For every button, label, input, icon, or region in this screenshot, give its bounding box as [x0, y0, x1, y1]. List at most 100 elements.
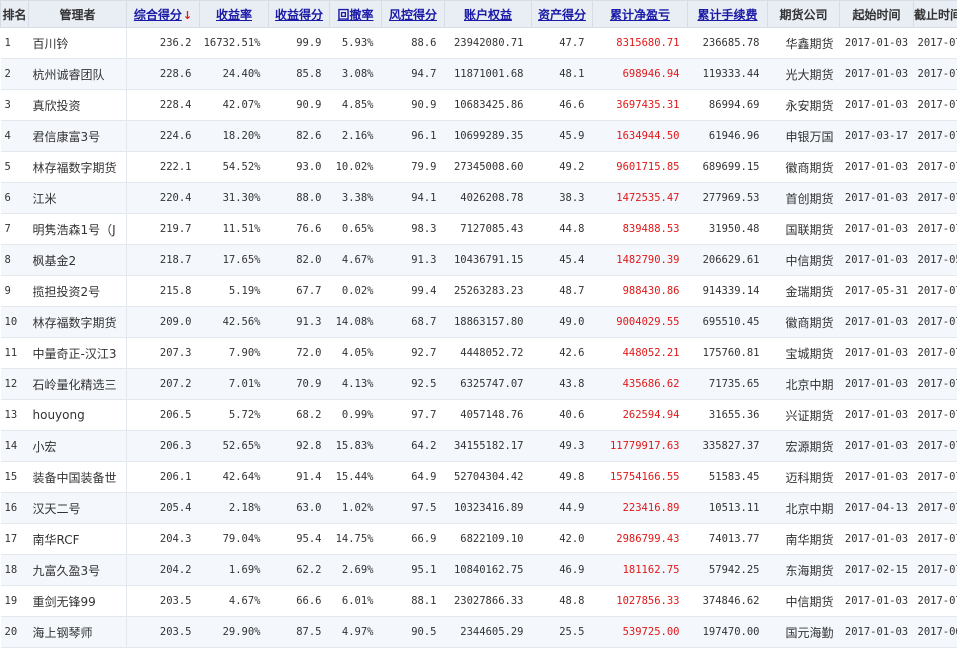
company-cell: 北京中期 [768, 493, 840, 524]
equity-cell: 10323416.89 [445, 493, 532, 524]
total-score-cell: 218.7 [127, 245, 200, 276]
table-row: 18九富久盈3号204.21.69%62.22.69%95.110840162.… [1, 555, 957, 586]
total-score-cell: 236.2 [127, 28, 200, 59]
equity-cell: 27345008.60 [445, 152, 532, 183]
equity-cell: 52704304.42 [445, 462, 532, 493]
drawdown-cell: 10.02% [330, 152, 382, 183]
table-row: 7明隽浩森1号（J219.711.51%76.60.65%98.37127085… [1, 214, 957, 245]
cum-profit-cell: 839488.53 [593, 214, 688, 245]
drawdown-cell: 4.67% [330, 245, 382, 276]
manager-cell: 明隽浩森1号（J [29, 214, 127, 245]
asset-score-cell: 42.6 [532, 338, 593, 369]
end-date-cell: 2017-07-31 [914, 59, 957, 90]
header-cum-fee[interactable]: 累计手续费 [688, 1, 768, 28]
rank-cell: 7 [1, 214, 29, 245]
company-cell: 国元海勤 [768, 617, 840, 648]
cum-fee-cell: 914339.14 [688, 276, 768, 307]
header-total-score-label: 综合得分 [134, 8, 182, 22]
equity-cell: 6822109.10 [445, 524, 532, 555]
start-date-cell: 2017-01-03 [840, 400, 914, 431]
total-score-cell: 203.5 [127, 586, 200, 617]
return-rate-cell: 42.07% [200, 90, 269, 121]
manager-cell: 重剑无锋99 [29, 586, 127, 617]
end-date-cell: 2017-07-31 [914, 369, 957, 400]
return-rate-cell: 42.56% [200, 307, 269, 338]
company-cell: 国联期货 [768, 214, 840, 245]
rank-cell: 4 [1, 121, 29, 152]
cum-profit-cell: 223416.89 [593, 493, 688, 524]
start-date-cell: 2017-01-03 [840, 214, 914, 245]
header-risk-score[interactable]: 风控得分 [382, 1, 445, 28]
company-cell: 徽商期货 [768, 307, 840, 338]
cum-fee-cell: 31950.48 [688, 214, 768, 245]
start-date-cell: 2017-01-03 [840, 617, 914, 648]
header-total-score[interactable]: 综合得分↓ [127, 1, 200, 28]
rank-cell: 15 [1, 462, 29, 493]
total-score-cell: 228.4 [127, 90, 200, 121]
rank-cell: 5 [1, 152, 29, 183]
start-date-cell: 2017-02-15 [840, 555, 914, 586]
rank-cell: 17 [1, 524, 29, 555]
risk-score-cell: 99.4 [382, 276, 445, 307]
ranking-table: 排名 管理者 综合得分↓ 收益率 收益得分 回撤率 风控得分 账户权益 资产得分… [0, 0, 957, 648]
manager-cell: houyong [29, 400, 127, 431]
equity-cell: 4448052.72 [445, 338, 532, 369]
company-cell: 迈科期货 [768, 462, 840, 493]
risk-score-cell: 95.1 [382, 555, 445, 586]
rank-cell: 2 [1, 59, 29, 90]
manager-cell: 九富久盈3号 [29, 555, 127, 586]
company-cell: 宝城期货 [768, 338, 840, 369]
total-score-cell: 205.4 [127, 493, 200, 524]
rank-cell: 20 [1, 617, 29, 648]
equity-cell: 34155182.17 [445, 431, 532, 462]
cum-fee-cell: 57942.25 [688, 555, 768, 586]
table-body: 1百川钤236.216732.51%99.95.93%88.623942080.… [1, 28, 957, 648]
manager-cell: 揽担投资2号 [29, 276, 127, 307]
asset-score-cell: 47.7 [532, 28, 593, 59]
company-cell: 东海期货 [768, 555, 840, 586]
return-score-cell: 70.9 [269, 369, 330, 400]
header-row: 排名 管理者 综合得分↓ 收益率 收益得分 回撤率 风控得分 账户权益 资产得分… [1, 1, 957, 28]
risk-score-cell: 92.5 [382, 369, 445, 400]
return-rate-cell: 5.19% [200, 276, 269, 307]
header-equity[interactable]: 账户权益 [445, 1, 532, 28]
header-asset-score[interactable]: 资产得分 [532, 1, 593, 28]
return-rate-cell: 31.30% [200, 183, 269, 214]
cum-profit-cell: 448052.21 [593, 338, 688, 369]
manager-cell: 海上钢琴师 [29, 617, 127, 648]
company-cell: 中信期货 [768, 245, 840, 276]
header-return-rate[interactable]: 收益率 [200, 1, 269, 28]
asset-score-cell: 49.2 [532, 152, 593, 183]
header-cum-profit[interactable]: 累计净盈亏 [593, 1, 688, 28]
cum-profit-cell: 9601715.85 [593, 152, 688, 183]
cum-profit-cell: 1472535.47 [593, 183, 688, 214]
header-rank: 排名 [1, 1, 29, 28]
header-drawdown[interactable]: 回撤率 [330, 1, 382, 28]
total-score-cell: 220.4 [127, 183, 200, 214]
equity-cell: 10436791.15 [445, 245, 532, 276]
company-cell: 宏源期货 [768, 431, 840, 462]
cum-fee-cell: 71735.65 [688, 369, 768, 400]
asset-score-cell: 43.8 [532, 369, 593, 400]
cum-fee-cell: 695510.45 [688, 307, 768, 338]
company-cell: 南华期货 [768, 524, 840, 555]
drawdown-cell: 2.16% [330, 121, 382, 152]
manager-cell: 枫基金2 [29, 245, 127, 276]
start-date-cell: 2017-01-03 [840, 338, 914, 369]
table-row: 17南华RCF204.379.04%95.414.75%66.96822109.… [1, 524, 957, 555]
return-score-cell: 92.8 [269, 431, 330, 462]
asset-score-cell: 25.5 [532, 617, 593, 648]
return-score-cell: 87.5 [269, 617, 330, 648]
asset-score-cell: 49.3 [532, 431, 593, 462]
manager-cell: 君信康富3号 [29, 121, 127, 152]
cum-profit-cell: 988430.86 [593, 276, 688, 307]
cum-fee-cell: 175760.81 [688, 338, 768, 369]
risk-score-cell: 64.9 [382, 462, 445, 493]
cum-fee-cell: 689699.15 [688, 152, 768, 183]
asset-score-cell: 49.8 [532, 462, 593, 493]
header-return-score[interactable]: 收益得分 [269, 1, 330, 28]
cum-profit-cell: 2986799.43 [593, 524, 688, 555]
rank-cell: 9 [1, 276, 29, 307]
return-rate-cell: 24.40% [200, 59, 269, 90]
return-rate-cell: 17.65% [200, 245, 269, 276]
